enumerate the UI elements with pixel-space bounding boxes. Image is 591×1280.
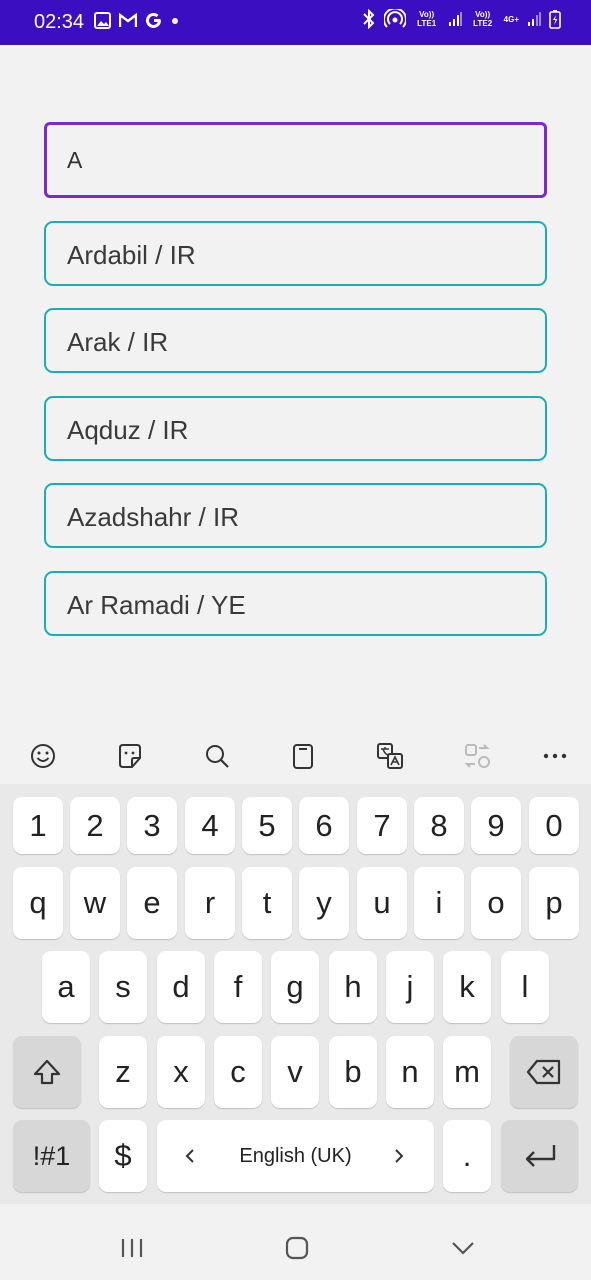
gmail-icon	[119, 13, 137, 27]
search-field[interactable]	[44, 122, 547, 198]
key-j[interactable]: j	[386, 951, 434, 1023]
key-8[interactable]: 8	[414, 797, 464, 854]
space-key[interactable]: English (UK)	[157, 1120, 434, 1192]
key-x[interactable]: x	[157, 1036, 205, 1108]
key-t[interactable]: t	[242, 867, 292, 939]
key-2[interactable]: 2	[70, 797, 120, 854]
key-n[interactable]: n	[386, 1036, 434, 1108]
status-bar: 02:34 Vo)) LTE1 Vo)) LTE2 4G+	[0, 0, 591, 45]
key-9[interactable]: 9	[471, 797, 521, 854]
convert-icon	[464, 744, 490, 768]
key-3[interactable]: 3	[127, 797, 177, 854]
sticker-icon[interactable]	[116, 742, 144, 770]
sim2-label: Vo)) LTE2	[473, 10, 493, 28]
image-icon	[94, 12, 111, 29]
key-v[interactable]: v	[271, 1036, 319, 1108]
emoji-icon[interactable]	[29, 742, 57, 770]
google-icon	[146, 12, 161, 28]
dot-icon	[172, 17, 178, 24]
sim1-label: Vo)) LTE1	[417, 10, 437, 28]
battery-icon	[549, 10, 561, 29]
key-c[interactable]: c	[214, 1036, 262, 1108]
hotspot-icon	[383, 9, 406, 28]
suggestion-item[interactable]: Aqduz / IR	[44, 396, 547, 461]
key-z[interactable]: z	[99, 1036, 147, 1108]
suggestion-item[interactable]: Azadshahr / IR	[44, 483, 547, 548]
suggestion-label: Ardabil / IR	[67, 240, 196, 270]
key-m[interactable]: m	[443, 1036, 491, 1108]
key-o[interactable]: o	[471, 867, 521, 939]
key-g[interactable]: g	[271, 951, 319, 1023]
backspace-key[interactable]	[510, 1036, 578, 1108]
key-4[interactable]: 4	[185, 797, 235, 854]
home-icon[interactable]	[285, 1236, 309, 1260]
key-5[interactable]: 5	[242, 797, 292, 854]
key-h[interactable]: h	[329, 951, 377, 1023]
period-key[interactable]: .	[443, 1120, 491, 1192]
key-d[interactable]: d	[157, 951, 205, 1023]
symbols-key[interactable]: !#1	[13, 1120, 90, 1192]
key-0[interactable]: 0	[529, 797, 579, 854]
backspace-icon	[526, 1059, 561, 1085]
key-7[interactable]: 7	[357, 797, 407, 854]
shift-key[interactable]	[13, 1036, 81, 1108]
key-b[interactable]: b	[329, 1036, 377, 1108]
network-type: 4G+	[503, 14, 519, 24]
search-input[interactable]	[67, 125, 527, 195]
status-time: 02:34	[34, 11, 85, 33]
key-y[interactable]: y	[299, 867, 349, 939]
enter-key[interactable]	[501, 1120, 578, 1192]
key-6[interactable]: 6	[299, 797, 349, 854]
recent-apps-icon[interactable]	[120, 1238, 144, 1258]
key-w[interactable]: w	[70, 867, 120, 939]
signal-icon	[448, 12, 462, 26]
key-q[interactable]: q	[13, 867, 63, 939]
keyboard: 1 2 3 4 5 6 7 8 9 0 q w e r t y u i o p …	[0, 784, 591, 1204]
chevron-right-icon	[395, 1149, 404, 1163]
more-icon[interactable]	[541, 742, 569, 770]
key-r[interactable]: r	[185, 867, 235, 939]
search-icon[interactable]	[203, 742, 231, 770]
translate-icon[interactable]	[376, 742, 404, 770]
bluetooth-icon	[362, 9, 375, 29]
suggestion-item[interactable]: Ardabil / IR	[44, 221, 547, 286]
key-u[interactable]: u	[357, 867, 407, 939]
key-i[interactable]: i	[414, 867, 464, 939]
key-1[interactable]: 1	[13, 797, 63, 854]
key-f[interactable]: f	[214, 951, 262, 1023]
back-icon[interactable]	[451, 1241, 475, 1255]
key-l[interactable]: l	[501, 951, 549, 1023]
suggestion-label: Aqduz / IR	[67, 415, 189, 445]
key-k[interactable]: k	[443, 951, 491, 1023]
enter-icon	[525, 1145, 555, 1167]
suggestion-label: Arak / IR	[67, 327, 169, 357]
navigation-bar	[0, 1214, 591, 1280]
suggestion-item[interactable]: Arak / IR	[44, 308, 547, 373]
chevron-left-icon	[185, 1149, 194, 1163]
shift-icon	[33, 1059, 61, 1085]
suggestion-label: Azadshahr / IR	[67, 502, 239, 532]
keyboard-toolbar	[0, 728, 591, 784]
suggestion-item[interactable]: Ar Ramadi / YE	[44, 571, 547, 636]
currency-key[interactable]: $	[99, 1120, 147, 1192]
key-a[interactable]: a	[42, 951, 90, 1023]
suggestion-label: Ar Ramadi / YE	[67, 590, 246, 620]
key-s[interactable]: s	[99, 951, 147, 1023]
key-e[interactable]: e	[127, 867, 177, 939]
key-p[interactable]: p	[529, 867, 579, 939]
signal-icon	[528, 12, 541, 26]
clipboard-icon[interactable]	[289, 742, 317, 770]
